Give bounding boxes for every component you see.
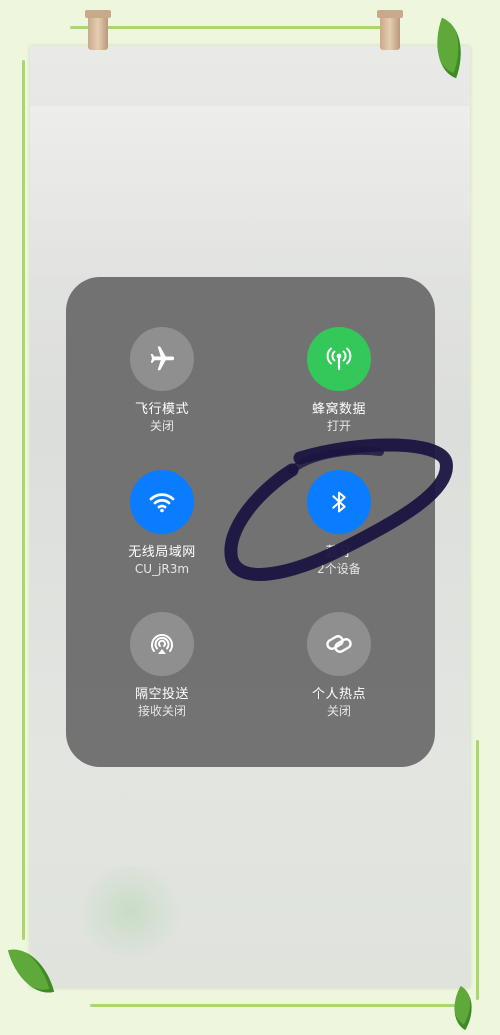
- connectivity-panel: 飞行模式 关闭 蜂窝数据 打开 无线局域网 CU_jR3m 蓝牙 2个设备 隔空…: [66, 277, 435, 767]
- tile-status: 2个设备: [317, 562, 361, 576]
- bluetooth-button[interactable]: [307, 470, 371, 534]
- cellular-data-button[interactable]: [307, 327, 371, 391]
- tile-status: CU_jR3m: [134, 562, 190, 576]
- tile-label: 蓝牙: [325, 545, 353, 560]
- tile-cellular-data[interactable]: 蜂窝数据 打开: [249, 327, 429, 434]
- bluetooth-icon: [332, 491, 346, 513]
- frame-line-bottom: [90, 1004, 470, 1007]
- tile-status: 关闭: [149, 419, 174, 433]
- clothespin-right: [377, 10, 403, 50]
- tile-wifi[interactable]: 无线局域网 CU_jR3m: [72, 470, 252, 577]
- airplane-icon: [150, 346, 175, 371]
- airdrop-button[interactable]: [130, 612, 194, 676]
- tile-label: 隔空投送: [134, 687, 189, 702]
- tile-airdrop[interactable]: 隔空投送 接收关闭: [72, 612, 252, 719]
- tile-label: 飞行模式: [134, 402, 189, 417]
- tile-status: 接收关闭: [137, 704, 186, 718]
- hotspot-link-icon: [326, 635, 352, 653]
- tile-personal-hotspot[interactable]: 个人热点 关闭: [249, 612, 429, 719]
- tile-bluetooth[interactable]: 蓝牙 2个设备: [249, 470, 429, 577]
- tile-label: 无线局域网: [128, 545, 196, 560]
- tile-status: 打开: [326, 419, 351, 433]
- tile-airplane-mode[interactable]: 飞行模式 关闭: [72, 327, 252, 434]
- tile-status: 关闭: [326, 704, 351, 718]
- tile-label: 个人热点: [311, 687, 366, 702]
- hotspot-button[interactable]: [307, 612, 371, 676]
- tile-label: 蜂窝数据: [311, 402, 366, 417]
- airplane-mode-button[interactable]: [130, 327, 194, 391]
- wifi-icon: [149, 493, 175, 513]
- airdrop-icon: [151, 634, 173, 654]
- frame-line-top: [70, 26, 400, 29]
- frame-line-right: [476, 740, 479, 1000]
- frame-line-left: [22, 60, 25, 940]
- wifi-button[interactable]: [130, 470, 194, 534]
- clothespin-left: [85, 10, 111, 50]
- cellular-antenna-icon: [326, 347, 352, 371]
